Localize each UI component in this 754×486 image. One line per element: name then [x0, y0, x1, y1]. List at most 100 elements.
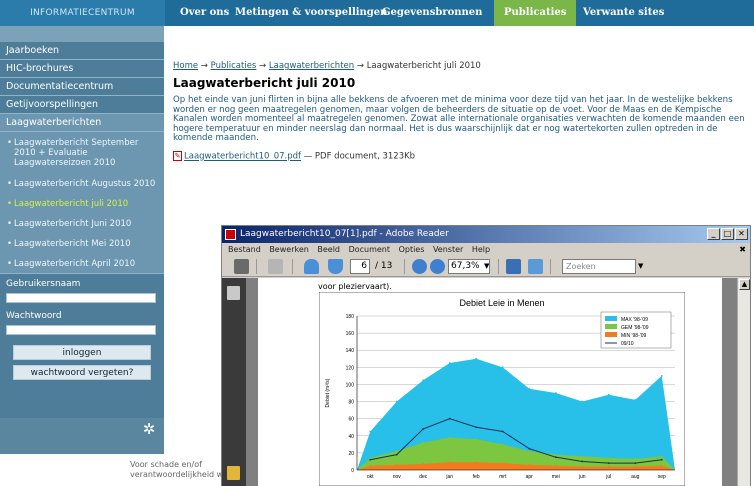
subnav-item[interactable]: Laagwaterbericht Mei 2010 [0, 235, 164, 253]
accessibility-icon[interactable]: ✲ [140, 420, 158, 438]
data-point [422, 428, 425, 430]
search-input[interactable]: Zoeken [562, 259, 636, 274]
menu-opties[interactable]: Opties [399, 245, 425, 254]
footer-line: verantwoordelijkheid w [130, 470, 224, 479]
menu-bestand[interactable]: Bestand [228, 245, 261, 254]
zoom-out-icon[interactable] [412, 259, 427, 274]
y-tick-label: 20 [348, 451, 354, 457]
nav-gegevensbronnen[interactable]: Gegevensbronnen [382, 0, 482, 26]
subnav-item[interactable]: Laagwaterbericht September 2010 + Evalua… [0, 134, 164, 172]
data-point [660, 458, 663, 461]
data-point [422, 463, 425, 465]
menu-beeld[interactable]: Beeld [317, 245, 340, 254]
pages-panel-icon[interactable] [227, 286, 240, 300]
sidebar-item-laagwaterberichten[interactable]: Laagwaterberichten [0, 114, 164, 132]
x-tick-label: mrt [499, 474, 507, 480]
y-tick-label: 100 [346, 382, 355, 388]
data-point [528, 450, 531, 453]
data-point [395, 453, 398, 456]
chevron-down-icon[interactable]: ▼ [484, 259, 492, 274]
minimize-button[interactable]: _ [707, 228, 720, 240]
username-field[interactable] [6, 293, 156, 303]
breadcrumb-laagwaterberichten[interactable]: Laagwaterberichten [269, 61, 354, 71]
close-window-button[interactable]: ✕ [735, 228, 748, 240]
nav-metingen[interactable]: Metingen & voorspellingen [235, 0, 387, 26]
footer-line: Voor schade en/of [130, 460, 202, 469]
reader-navigation-pane [222, 278, 246, 486]
print-icon[interactable] [234, 259, 249, 274]
data-point [634, 398, 637, 401]
data-point [501, 462, 504, 465]
sidebar-item-documentatiecentrum[interactable]: Documentatiecentrum [0, 78, 164, 96]
password-field[interactable] [6, 325, 156, 335]
subnav-item[interactable]: Laagwaterbericht Augustus 2010 [0, 175, 164, 193]
email-icon[interactable] [268, 259, 283, 274]
y-tick-label: 40 [348, 434, 354, 440]
sidebar-item-hic-brochures[interactable]: HIC-brochures [0, 60, 164, 78]
y-tick-label: 60 [348, 417, 354, 423]
vertical-scrollbar[interactable]: ▲ [737, 278, 750, 486]
legend-swatch [605, 332, 617, 337]
full-screen-icon[interactable] [528, 259, 543, 274]
sidebar-item-getijvoorspellingen[interactable]: Getijvoorspellingen [0, 96, 164, 114]
chart-title: Debiet Leie in Menen [459, 298, 544, 308]
menu-bewerken[interactable]: Bewerken [269, 245, 309, 254]
nav-publicaties[interactable]: Publicaties [494, 0, 577, 26]
nav-over-ons[interactable]: Over ons [180, 0, 229, 26]
nav-verwante-sites[interactable]: Verwante sites [583, 0, 664, 26]
login-button[interactable]: inloggen [13, 345, 151, 360]
x-tick-label: feb [473, 474, 480, 480]
attachments-panel-icon[interactable] [227, 466, 240, 480]
page: INFORMATIECENTRUM Over ons Metingen & vo… [0, 0, 754, 486]
y-tick-label: 140 [346, 348, 355, 354]
data-point [581, 400, 584, 403]
breadcrumb-publicaties[interactable]: Publicaties [211, 61, 257, 71]
forgot-password-button[interactable]: wachtwoord vergeten? [13, 365, 151, 380]
x-tick-label: jun [578, 474, 586, 480]
fit-page-icon[interactable] [506, 259, 521, 274]
zoom-in-icon[interactable] [430, 259, 445, 274]
search-dropdown-icon[interactable]: ▼ [638, 259, 646, 274]
menu-venster[interactable]: Venster [433, 245, 463, 254]
y-axis-label: Debiet (m³/s) [325, 378, 331, 407]
data-point [501, 443, 504, 446]
x-tick-label: sep [658, 474, 666, 480]
reader-toolbar: 6 / 13 67,3% ▼ Zoeken ▼ [222, 256, 750, 277]
data-point [422, 379, 425, 382]
subnav-item-active[interactable]: Laagwaterbericht juli 2010 [0, 195, 164, 213]
attachment-meta: — PDF document, 3123Kb [303, 151, 416, 162]
scroll-up-icon[interactable]: ▲ [739, 279, 750, 290]
pdf-page: voor pleziervaart). Debiet Leie in Menen… [258, 278, 722, 486]
menu-help[interactable]: Help [472, 245, 490, 254]
document-area[interactable]: voor pleziervaart). Debiet Leie in Menen… [246, 278, 737, 486]
data-point [528, 387, 531, 390]
reader-title: Laagwaterbericht10_07[1].pdf - Adobe Rea… [240, 229, 449, 239]
next-page-icon[interactable] [328, 259, 343, 274]
page-total: / 13 [375, 261, 393, 271]
maximize-button[interactable]: □ [721, 228, 734, 240]
x-tick-label: apr [526, 474, 534, 480]
subnav-item[interactable]: Laagwaterbericht Juni 2010 [0, 215, 164, 233]
breadcrumb-home[interactable]: Home [173, 61, 198, 71]
data-point [501, 430, 504, 433]
data-point [581, 460, 584, 463]
data-point [369, 457, 372, 459]
sidebar-item-jaarboeken[interactable]: Jaarboeken [0, 42, 164, 60]
data-point [634, 462, 637, 465]
toolbar-separator [292, 259, 293, 274]
data-point [395, 463, 398, 466]
menu-document[interactable]: Document [349, 245, 390, 254]
legend-label: MAX '98-'09 [621, 317, 648, 323]
x-tick-label: aug [631, 474, 640, 480]
data-point [369, 430, 372, 433]
previous-page-icon[interactable] [304, 259, 319, 274]
close-document-icon[interactable]: ✖ [739, 243, 746, 256]
page-number-input[interactable]: 6 [350, 259, 370, 274]
attachment-link[interactable]: Laagwaterbericht10_07.pdf [184, 152, 301, 162]
reader-titlebar[interactable]: Laagwaterbericht10_07[1].pdf - Adobe Rea… [222, 226, 750, 243]
legend-label: MIN '98-'09 [621, 333, 646, 339]
toolbar-separator [498, 259, 499, 274]
subnav-item[interactable]: Laagwaterbericht April 2010 [0, 255, 164, 273]
legend-label: 09/10 [621, 341, 634, 347]
x-tick-label: mei [552, 474, 560, 480]
